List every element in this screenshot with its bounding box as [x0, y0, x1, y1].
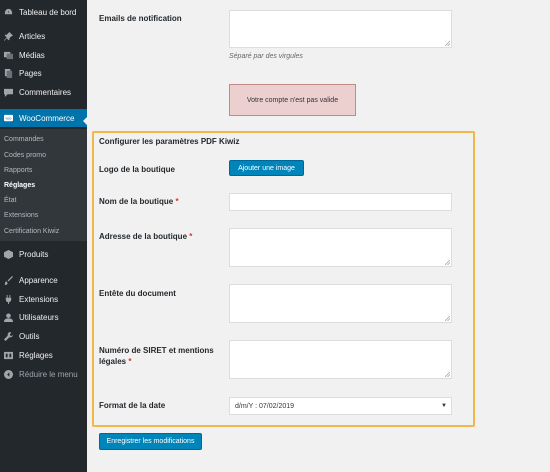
pin-icon — [4, 31, 13, 41]
submenu-item-status[interactable]: État — [4, 197, 16, 204]
media-icon — [4, 51, 13, 60]
dashboard-icon — [4, 8, 13, 17]
menu-label: Produits — [19, 249, 49, 259]
menu-item-articles[interactable]: Articles — [0, 27, 87, 45]
document-header-label: Entête du document — [99, 289, 176, 298]
date-format-value: d/m/Y : 07/02/2019 — [235, 402, 295, 410]
date-format-label: Format de la date — [99, 401, 166, 410]
add-image-button[interactable]: Ajouter une image — [229, 160, 304, 176]
menu-label: Outils — [19, 331, 40, 341]
current-menu-arrow — [83, 116, 88, 126]
menu-item-settings[interactable]: Réglages — [0, 346, 87, 364]
required-marker: * — [175, 197, 179, 206]
menu-label: Réduire le menu — [19, 369, 78, 379]
admin-sidebar: Tableau de bord Articles Médias Pages Co… — [0, 0, 88, 472]
settings-icon — [4, 351, 13, 360]
submenu-item-reports[interactable]: Rapports — [4, 167, 32, 174]
menu-item-appearance[interactable]: Apparence — [0, 271, 87, 289]
required-marker: * — [189, 232, 193, 241]
menu-label: WooCommerce — [19, 113, 75, 123]
menu-label: Réglages — [19, 350, 53, 360]
plugins-icon — [4, 294, 13, 304]
menu-item-users[interactable]: Utilisateurs — [0, 308, 87, 326]
resize-grip-icon[interactable] — [445, 260, 450, 265]
date-format-select[interactable]: d/m/Y : 07/02/2019 ▼ — [229, 397, 452, 415]
comment-icon — [4, 88, 13, 97]
menu-item-media[interactable]: Médias — [0, 46, 87, 64]
menu-label: Pages — [19, 68, 42, 78]
submenu-item-kiwiz-certification[interactable]: Certification Kiwiz — [4, 228, 59, 235]
menu-label: Tableau de bord — [19, 7, 77, 17]
required-marker: * — [128, 357, 132, 366]
menu-item-products[interactable]: Produits — [0, 245, 87, 263]
shop-address-label: Adresse de la boutique * — [99, 232, 193, 241]
collapse-menu-button[interactable]: Réduire le menu — [0, 365, 87, 383]
products-icon — [4, 249, 13, 259]
submenu-item-extensions[interactable]: Extensions — [4, 212, 38, 219]
account-error-notice: Votre compte n'est pas valide — [229, 84, 356, 116]
resize-grip-icon[interactable] — [445, 41, 450, 46]
notification-emails-label: Emails de notification — [99, 14, 182, 23]
shop-logo-label: Logo de la boutique — [99, 165, 175, 174]
resize-grip-icon[interactable] — [445, 372, 450, 377]
menu-item-comments[interactable]: Commentaires — [0, 83, 87, 101]
resize-grip-icon[interactable] — [445, 316, 450, 321]
svg-text:woo: woo — [6, 116, 12, 120]
notification-emails-hint: Séparé par des virgules — [229, 53, 303, 60]
menu-label: Articles — [19, 31, 46, 41]
section-title: Configurer les paramètres PDF Kiwiz — [99, 137, 240, 146]
pages-icon — [4, 68, 13, 78]
tools-icon — [4, 331, 13, 341]
document-header-textarea[interactable] — [229, 284, 452, 323]
submenu-item-coupons[interactable]: Codes promo — [4, 152, 46, 159]
woocommerce-icon: woo — [4, 114, 13, 123]
appearance-icon — [4, 275, 13, 285]
collapse-icon — [4, 369, 13, 379]
shop-address-textarea[interactable] — [229, 228, 452, 267]
shop-name-input[interactable] — [229, 193, 452, 211]
menu-item-pages[interactable]: Pages — [0, 64, 87, 82]
menu-label: Utilisateurs — [19, 312, 59, 322]
menu-item-tools[interactable]: Outils — [0, 327, 87, 345]
menu-label: Commentaires — [19, 87, 72, 97]
menu-label: Apparence — [19, 275, 58, 285]
menu-item-dashboard[interactable]: Tableau de bord — [0, 3, 87, 21]
chevron-down-icon: ▼ — [441, 403, 447, 409]
menu-item-plugins[interactable]: Extensions — [0, 290, 87, 308]
submenu-item-orders[interactable]: Commandes — [4, 136, 44, 143]
users-icon — [4, 312, 13, 322]
save-changes-button[interactable]: Enregistrer les modifications — [99, 433, 202, 450]
siret-textarea[interactable] — [229, 340, 452, 379]
menu-label: Médias — [19, 50, 45, 60]
submenu-item-settings[interactable]: Réglages — [4, 182, 35, 189]
shop-name-label: Nom de la boutique * — [99, 197, 179, 206]
notification-emails-textarea[interactable] — [229, 10, 452, 48]
menu-item-woocommerce[interactable]: woo WooCommerce — [0, 109, 87, 127]
menu-label: Extensions — [19, 294, 59, 304]
siret-label: Numéro de SIRET et mentions légales * — [99, 346, 214, 366]
